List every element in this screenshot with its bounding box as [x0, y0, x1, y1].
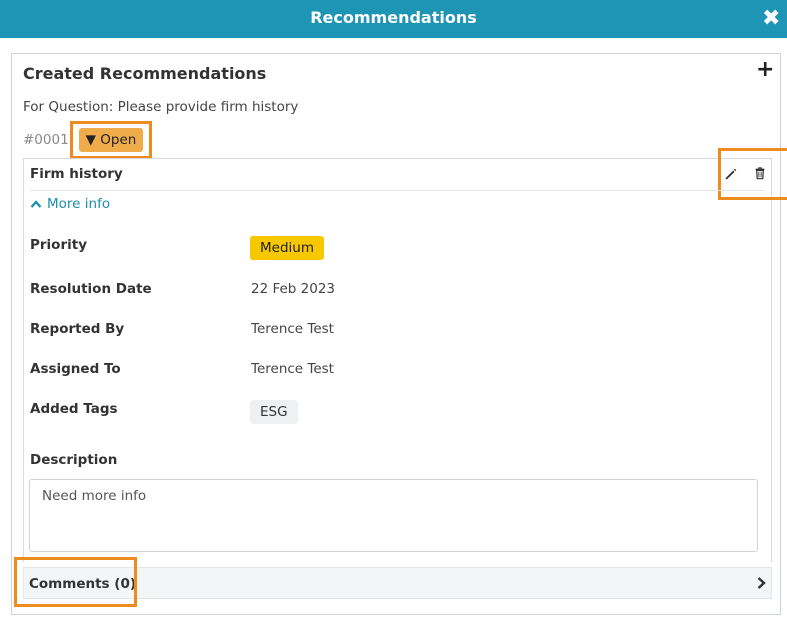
assigned-to-label: Assigned To	[30, 361, 121, 377]
description-label: Description	[30, 452, 118, 468]
tag-badge: ESG	[250, 400, 298, 424]
recommendation-id: #0001	[23, 132, 69, 148]
chevron-right-icon	[757, 577, 766, 589]
more-info-label: More info	[47, 196, 111, 212]
trash-icon[interactable]	[753, 166, 767, 180]
added-tags-label: Added Tags	[30, 401, 118, 417]
reported-by-value: Terence Test	[251, 321, 334, 337]
modal-title: Recommendations	[310, 8, 477, 27]
description-field[interactable]: Need more info	[29, 479, 758, 552]
reported-by-label: Reported By	[30, 321, 125, 337]
resolution-date-label: Resolution Date	[30, 281, 152, 297]
add-recommendation-plus-icon[interactable]: +	[756, 59, 774, 81]
modal-header: Recommendations ✖	[0, 0, 787, 38]
created-recommendations-panel: Created Recommendations + For Question: …	[11, 53, 787, 615]
recommendation-card: Firm history More info Priority Medium R…	[23, 148, 787, 562]
more-info-toggle[interactable]: More info	[30, 196, 110, 212]
panel-title: Created Recommendations	[23, 64, 267, 83]
priority-badge: Medium	[250, 236, 324, 260]
recommendation-title: Firm history	[30, 166, 123, 182]
chevron-up-icon	[30, 200, 42, 208]
priority-label: Priority	[30, 237, 87, 253]
question-text: For Question: Please provide firm histor…	[23, 99, 299, 115]
comments-section-toggle[interactable]: Comments (0)	[23, 567, 772, 599]
pencil-icon[interactable]	[724, 167, 738, 181]
close-icon[interactable]: ✖	[762, 8, 780, 30]
status-dropdown-button[interactable]: ▼ Open	[79, 128, 143, 152]
resolution-date-value: 22 Feb 2023	[251, 281, 336, 297]
card-divider	[30, 190, 765, 191]
assigned-to-value: Terence Test	[251, 361, 334, 377]
comments-label: Comments (0)	[29, 576, 137, 592]
